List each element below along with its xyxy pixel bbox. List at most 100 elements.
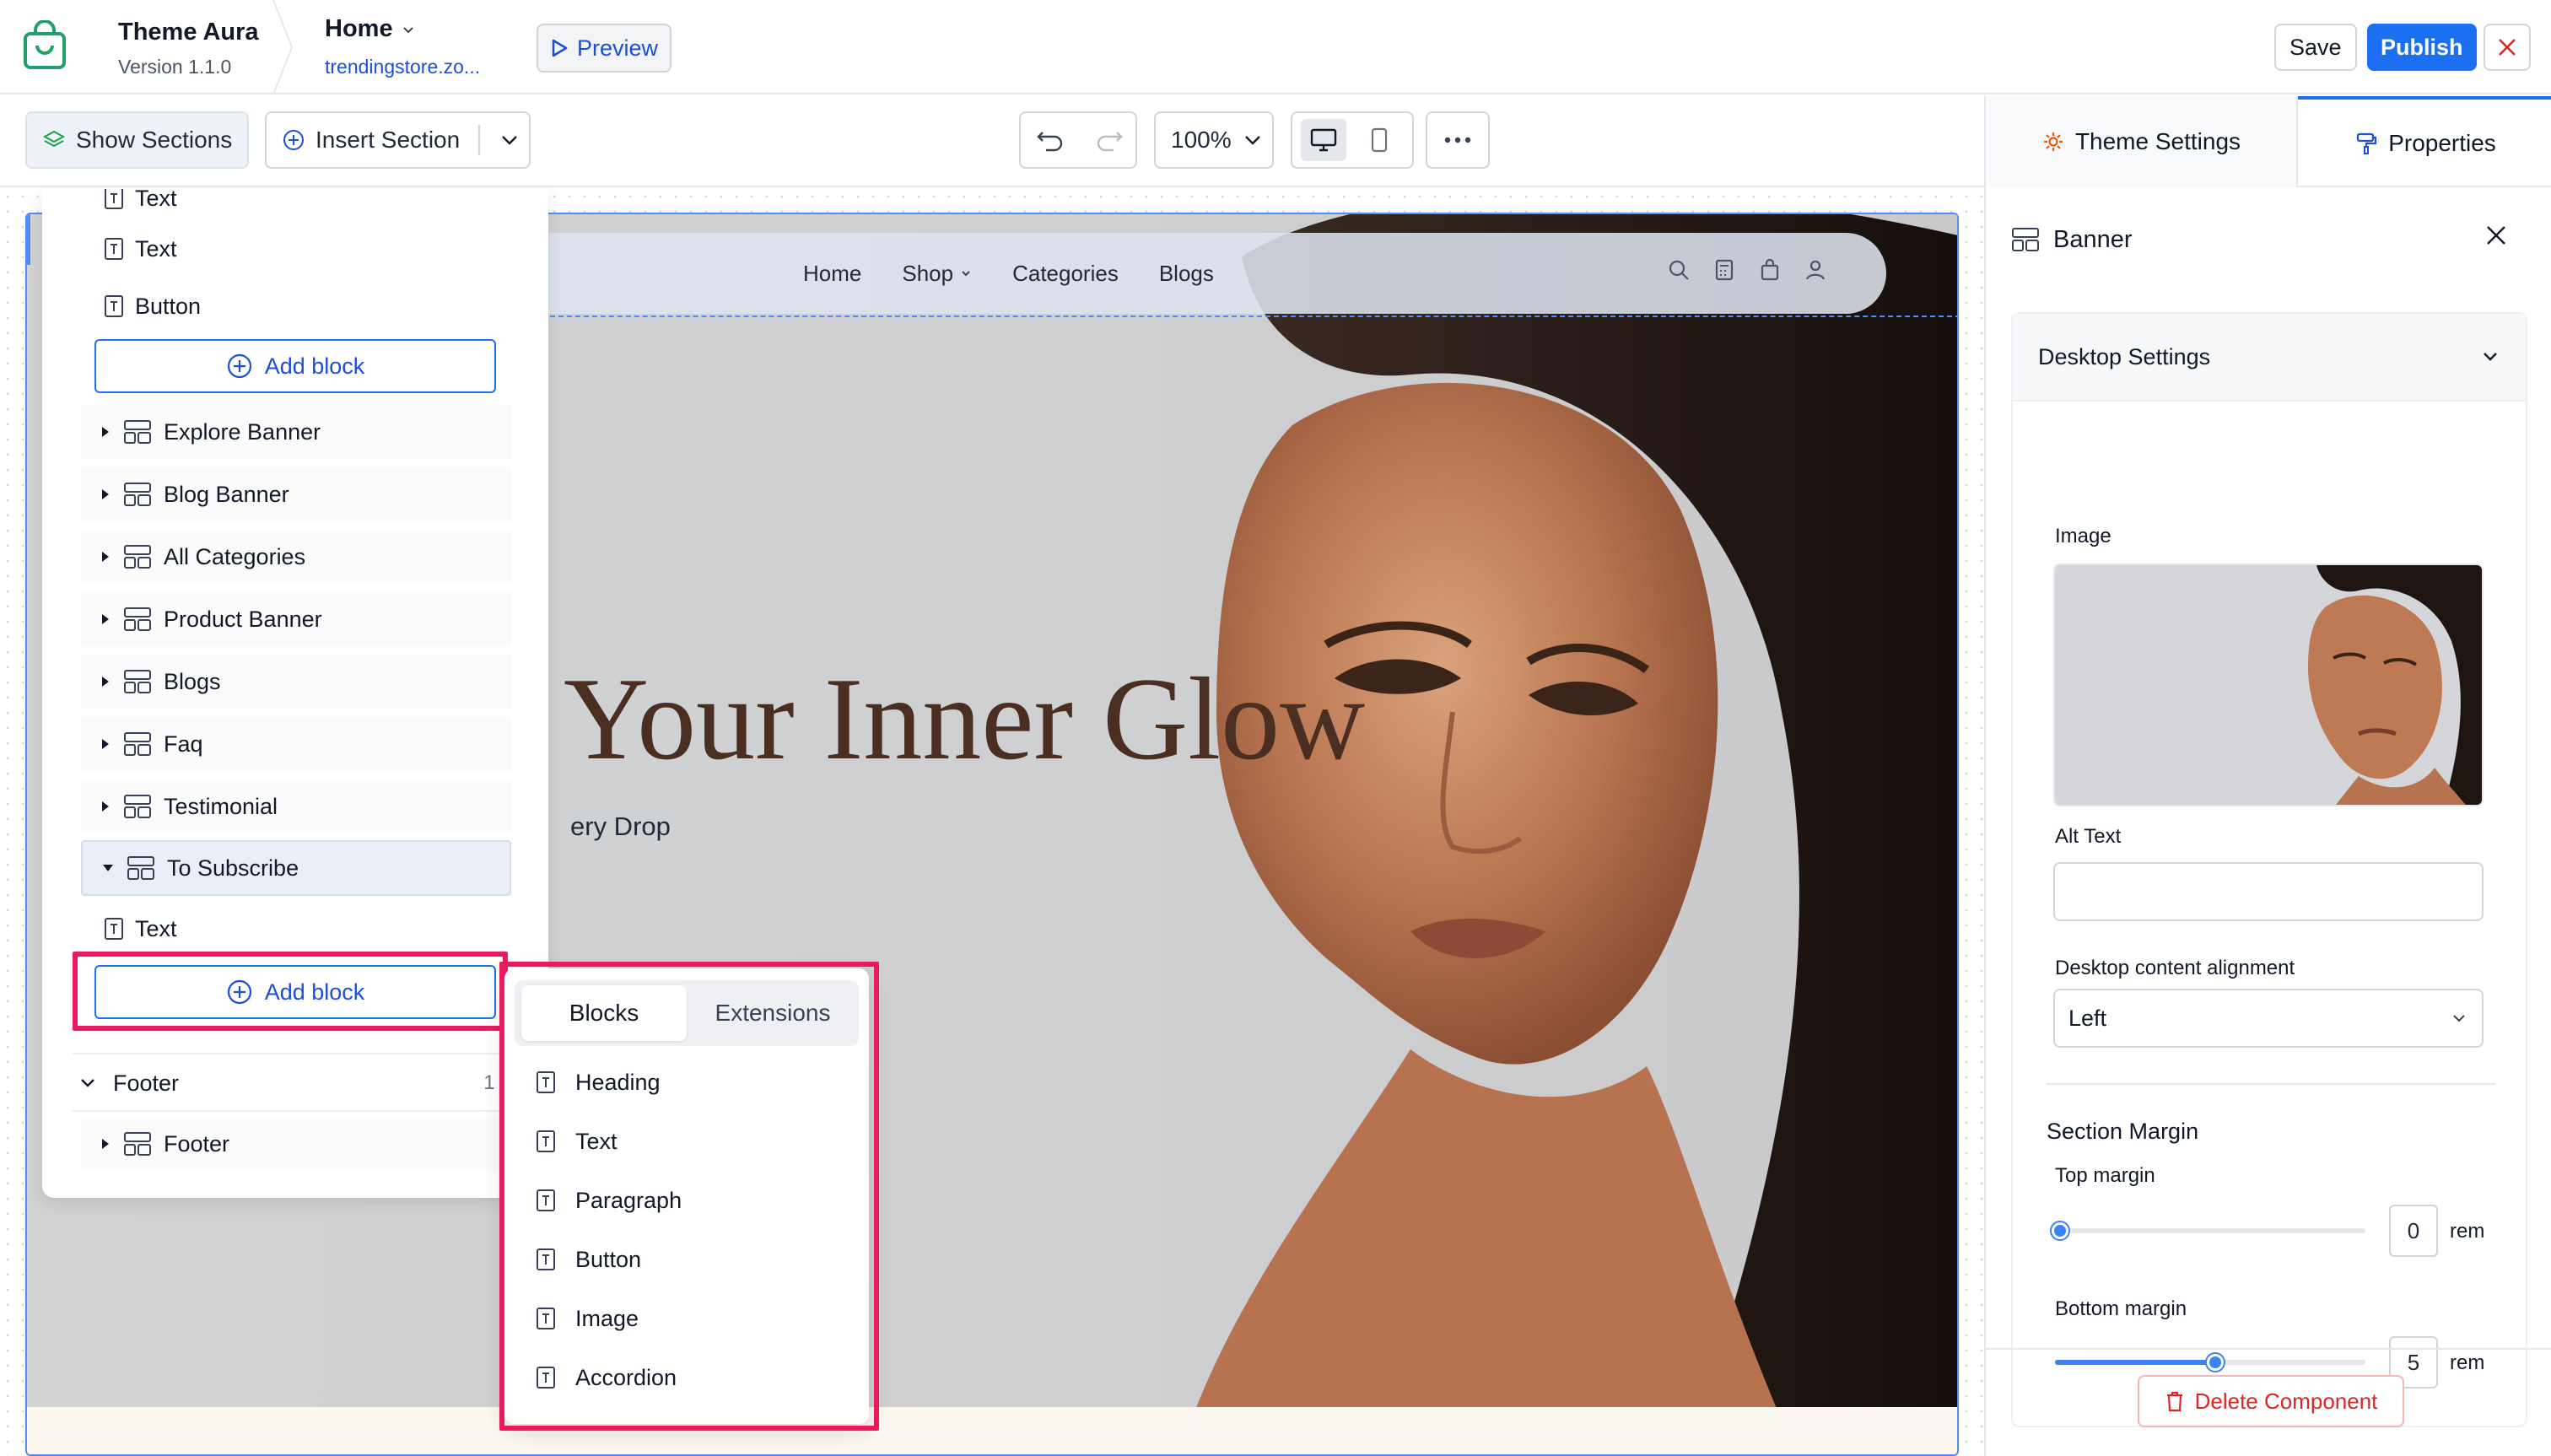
slider-handle[interactable] [2052, 1222, 2068, 1239]
section-item-explore-banner[interactable]: Explore Banner [81, 405, 511, 459]
block-label: Text [135, 235, 177, 262]
section-item-blog-banner[interactable]: Blog Banner [81, 467, 511, 521]
caret-right-icon[interactable] [100, 550, 111, 564]
section-label: Footer [164, 1130, 230, 1157]
slider-fill [2055, 1360, 2210, 1365]
section-icon [127, 855, 155, 881]
hero-title[interactable]: Your Inner Glow [564, 651, 1365, 787]
redo-icon[interactable] [1095, 127, 1124, 153]
caret-right-icon[interactable] [100, 612, 111, 626]
page-url-link[interactable]: trendingstore.zo... [325, 56, 480, 78]
section-item-product-banner[interactable]: Product Banner [81, 592, 511, 646]
close-icon[interactable] [2484, 223, 2509, 248]
user-icon[interactable] [1804, 258, 1827, 282]
insert-section-label: Insert Section [316, 127, 461, 153]
app-version: Version 1.1.0 [118, 56, 232, 78]
mobile-icon[interactable] [1356, 119, 1402, 161]
banner-thumbnail-image [2308, 565, 2482, 805]
chevron-down-icon [960, 267, 972, 279]
section-item-faq[interactable]: Faq [81, 717, 511, 771]
caret-right-icon[interactable] [100, 425, 111, 439]
section-label: Blogs [164, 668, 221, 694]
save-button[interactable]: Save [2274, 24, 2357, 71]
bottom-margin-unit: rem [2450, 1351, 2485, 1374]
caret-down-icon[interactable] [101, 862, 115, 874]
chevron-down-icon[interactable] [499, 129, 520, 151]
tab-theme-settings[interactable]: Theme Settings [1986, 96, 2298, 187]
bottom-margin-slider[interactable] [2055, 1354, 2365, 1371]
desktop-settings-label: Desktop Settings [2038, 343, 2211, 369]
alt-text-input[interactable] [2053, 862, 2484, 921]
slider-track [2052, 1222, 2365, 1239]
close-icon [2496, 36, 2518, 58]
tab-properties[interactable]: Properties [2298, 96, 2551, 187]
section-label: Explore Banner [164, 418, 321, 445]
section-item-blogs[interactable]: Blogs [81, 655, 511, 709]
panel-tabs: Theme Settings Properties [1986, 96, 2551, 187]
properties-panel: Theme Settings Properties Banner Desktop… [1984, 96, 2551, 1456]
preview-label: Preview [577, 35, 659, 61]
zoom-value: 100% [1171, 127, 1232, 153]
block-label: Text [135, 915, 177, 941]
site-nav-home[interactable]: Home [803, 261, 861, 287]
more-options-button[interactable] [1426, 111, 1490, 169]
add-block-button[interactable]: Add block [94, 339, 496, 393]
more-horizontal-icon [1443, 136, 1472, 144]
caret-right-icon[interactable] [100, 675, 111, 688]
block-icon [103, 237, 125, 261]
undo-icon[interactable] [1036, 127, 1065, 153]
hero-subtitle[interactable]: ery Drop [570, 812, 671, 842]
delete-component-button[interactable]: Delete Component [2138, 1375, 2404, 1427]
section-icon [123, 544, 152, 569]
section-selection-outline [550, 315, 1957, 317]
block-label: Text [135, 189, 177, 211]
top-margin-input[interactable]: 0 [2389, 1205, 2438, 1257]
site-nav-shop[interactable]: Shop [902, 261, 972, 287]
block-item-text[interactable]: Text [103, 189, 177, 219]
section-item-footer[interactable]: Footer [81, 1117, 511, 1171]
block-item-text[interactable]: Text [103, 228, 177, 270]
divider [73, 1110, 545, 1112]
calculator-icon[interactable] [1712, 258, 1736, 282]
slider-handle[interactable] [2207, 1354, 2224, 1371]
section-icon [123, 607, 152, 632]
breadcrumb-separator [270, 0, 295, 94]
caret-right-icon[interactable] [100, 1137, 111, 1151]
caret-right-icon[interactable] [100, 488, 111, 501]
caret-right-icon[interactable] [100, 800, 111, 813]
editor-toolbar: Show Sections Insert Section 100% [0, 96, 1984, 187]
desktop-settings-header[interactable]: Desktop Settings [2013, 314, 2526, 402]
bottom-margin-label: Bottom margin [2055, 1297, 2187, 1320]
block-icon [103, 189, 125, 210]
footer-group[interactable]: Footer 1 Sectio [73, 1056, 548, 1110]
site-nav-blogs[interactable]: Blogs [1159, 261, 1214, 287]
chevron-down-icon[interactable] [78, 1073, 98, 1093]
page-selector[interactable]: Home [325, 15, 415, 43]
close-editor-button[interactable] [2484, 24, 2531, 71]
image-preview[interactable] [2053, 564, 2484, 806]
alignment-select[interactable]: Left [2053, 989, 2484, 1048]
top-margin-slider[interactable] [2052, 1222, 2365, 1239]
chevron-down-icon [2450, 1009, 2468, 1027]
insert-section-button[interactable]: Insert Section [265, 111, 531, 169]
preview-button[interactable]: Preview [537, 24, 672, 73]
block-item-button[interactable]: Button [103, 285, 201, 327]
divider [73, 1053, 545, 1054]
publish-button[interactable]: Publish [2367, 24, 2477, 71]
next-section-strip [27, 1407, 1957, 1454]
search-icon[interactable] [1667, 258, 1691, 282]
section-icon [123, 419, 152, 445]
desktop-icon[interactable] [1301, 119, 1346, 161]
caret-right-icon[interactable] [100, 737, 111, 751]
show-sections-button[interactable]: Show Sections [25, 111, 250, 169]
block-item-text[interactable]: Text [103, 908, 177, 950]
section-item-all-categories[interactable]: All Categories [81, 530, 511, 584]
section-item-to-subscribe[interactable]: To Subscribe [81, 840, 511, 896]
section-item-testimonial[interactable]: Testimonial [81, 779, 511, 833]
gear-icon [2041, 130, 2065, 154]
section-icon [123, 669, 152, 694]
delete-label: Delete Component [2194, 1388, 2378, 1414]
site-nav-categories[interactable]: Categories [1012, 261, 1119, 287]
shopping-bag-icon[interactable] [1758, 258, 1782, 282]
zoom-selector[interactable]: 100% [1154, 111, 1274, 169]
